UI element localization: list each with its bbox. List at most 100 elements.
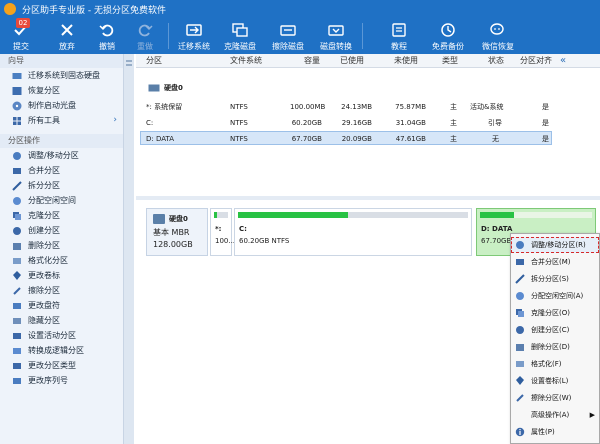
pending-count-badge: 02 xyxy=(16,18,30,28)
eraser-icon xyxy=(13,287,21,295)
allocate-icon xyxy=(13,197,21,205)
column-header-filesystem[interactable]: 文件系统 xyxy=(230,54,262,68)
migrate-icon xyxy=(186,24,202,36)
sidebar-item-merge[interactable]: 合并分区 xyxy=(0,163,123,178)
menu-item-advanced[interactable]: 高级操作(A) ▶ xyxy=(511,407,599,423)
wechat-recovery-label: 微信恢复 xyxy=(482,42,514,51)
double-chevron-left-icon[interactable]: « xyxy=(560,54,566,68)
sidebar-item-migrate-ssd[interactable]: 迁移系统到固态硬盘 xyxy=(0,68,123,83)
partition-status: 引导 xyxy=(488,119,502,127)
free-backup-button[interactable]: 免费备份 xyxy=(430,18,466,54)
clone-icon xyxy=(516,309,524,317)
serial-icon xyxy=(13,378,21,384)
sidebar-item-label: 创建分区 xyxy=(28,226,60,235)
free-backup-label: 免费备份 xyxy=(432,42,464,51)
splitter-grip xyxy=(126,60,132,62)
submenu-arrow-icon: ▶ xyxy=(589,411,595,419)
sidebar-item-change-type[interactable]: 更改分区类型 xyxy=(0,358,123,373)
sidebar-item-format-partition[interactable]: 格式化分区 xyxy=(0,253,123,268)
pane-splitter[interactable] xyxy=(124,54,134,444)
partition-filesystem: NTFS xyxy=(230,135,248,143)
sidebar-item-convert-logical[interactable]: 转换成逻辑分区 xyxy=(0,343,123,358)
sidebar-item-allocate-free[interactable]: 分配空闲空间 xyxy=(0,193,123,208)
wipe-disk-button[interactable]: 擦除磁盘 xyxy=(270,18,306,54)
create-icon xyxy=(13,227,21,235)
column-header-capacity[interactable]: 容量 xyxy=(304,54,320,68)
wechat-recovery-button[interactable]: 微信恢复 xyxy=(478,18,518,54)
sidebar-item-clone-partition[interactable]: 克隆分区 xyxy=(0,208,123,223)
sidebar-item-change-drive-letter[interactable]: 更改盘符 xyxy=(0,298,123,313)
partition-used: 29.16GB xyxy=(341,119,372,127)
tutorial-button[interactable]: 教程 xyxy=(384,18,414,54)
menu-item-clone[interactable]: 克隆分区(O) xyxy=(511,305,599,321)
disk-card[interactable]: 硬盘0 基本 MBR 128.00GB xyxy=(146,208,208,256)
partition-name: *: 系统保留 xyxy=(146,103,183,111)
column-header-used[interactable]: 已使用 xyxy=(340,54,364,68)
sidebar-item-all-tools[interactable]: 所有工具 › xyxy=(0,113,123,128)
sidebar-item-create-partition[interactable]: 创建分区 xyxy=(0,223,123,238)
convert-disk-icon xyxy=(328,25,344,36)
partition-type: 主 xyxy=(450,103,457,111)
sidebar-section-partition-ops-title: 分区操作 xyxy=(0,134,123,148)
sidebar-item-recover-partition[interactable]: 恢复分区 xyxy=(0,83,123,98)
split-icon xyxy=(12,181,22,191)
sidebar-item-boot-disc[interactable]: 制作启动光盘 xyxy=(0,98,123,113)
column-header-status[interactable]: 状态 xyxy=(488,54,504,68)
menu-item-properties[interactable]: 属性(P) xyxy=(511,424,599,440)
resize-icon xyxy=(13,152,21,160)
menu-item-wipe[interactable]: 擦除分区(W) xyxy=(511,390,599,406)
table-row[interactable]: *: 系统保留 NTFS 100.00MB 24.13MB 75.87MB 主 … xyxy=(140,100,552,114)
partition-block-c[interactable]: C: 60.20GB NTFS xyxy=(234,208,472,256)
clone-disk-label: 克隆磁盘 xyxy=(224,42,256,51)
sidebar-item-change-label[interactable]: 更改卷标 xyxy=(0,268,123,283)
sidebar-item-label: 克隆分区 xyxy=(28,211,60,220)
toolbar: 02 提交 放弃 撤销 重做 迁移系统 克隆磁盘 擦除磁盘 磁盘转换 教程 免费… xyxy=(0,18,600,54)
drive-letter-icon xyxy=(13,303,21,309)
partition-aligned: 是 xyxy=(542,103,549,111)
redo-button[interactable]: 重做 xyxy=(130,18,160,54)
column-header-unused[interactable]: 未使用 xyxy=(394,54,418,68)
sidebar-item-label: 恢复分区 xyxy=(28,86,60,95)
menu-item-split[interactable]: 拆分分区(S) xyxy=(511,271,599,287)
sidebar-item-resize-move[interactable]: 调整/移动分区 xyxy=(0,148,123,163)
clone-disk-button[interactable]: 克隆磁盘 xyxy=(222,18,258,54)
undo-button[interactable]: 撤销 xyxy=(92,18,122,54)
sidebar-item-wipe-partition[interactable]: 擦除分区 xyxy=(0,283,123,298)
menu-item-merge[interactable]: 合并分区(M) xyxy=(511,254,599,270)
sidebar-item-label: 更改分区类型 xyxy=(28,361,76,370)
active-icon xyxy=(13,333,21,339)
convert-disk-button[interactable]: 磁盘转换 xyxy=(318,18,354,54)
sidebar-item-delete-partition[interactable]: 删除分区 xyxy=(0,238,123,253)
discard-button[interactable]: 放弃 xyxy=(52,18,82,54)
menu-item-resize-move[interactable]: 调整/移动分区(R) xyxy=(511,237,599,253)
sidebar-item-label: 分配空闲空间 xyxy=(28,196,76,205)
disk-name: 硬盘0 xyxy=(164,84,183,92)
sidebar-item-label: 制作启动光盘 xyxy=(28,101,76,110)
menu-item-delete[interactable]: 删除分区(D) xyxy=(511,339,599,355)
sidebar-item-change-serial[interactable]: 更改序列号 xyxy=(0,373,123,388)
disk-row[interactable]: 硬盘0 xyxy=(140,81,552,95)
sidebar-item-hide-partition[interactable]: 隐藏分区 xyxy=(0,313,123,328)
table-row[interactable]: C: NTFS 60.20GB 29.16GB 31.04GB 主 引导 是 xyxy=(140,116,552,130)
commit-button[interactable]: 02 提交 xyxy=(6,18,36,54)
menu-item-format[interactable]: 格式化(F) xyxy=(511,356,599,372)
table-row-selected[interactable]: D: DATA NTFS 67.70GB 20.09GB 47.61GB 主 无… xyxy=(140,131,552,145)
partition-status: 无 xyxy=(492,135,499,143)
column-header-partition[interactable]: 分区 xyxy=(146,54,162,68)
partition-block-label: D: DATA xyxy=(481,225,513,233)
sidebar-item-set-active[interactable]: 设置活动分区 xyxy=(0,328,123,343)
partition-block-system[interactable]: *: 100... xyxy=(210,208,235,256)
disk-card-name: 硬盘0 xyxy=(169,215,188,223)
disk-icon xyxy=(148,84,160,92)
migrate-os-button[interactable]: 迁移系统 xyxy=(176,18,212,54)
partition-type: 主 xyxy=(450,119,457,127)
format-icon xyxy=(516,361,524,367)
column-header-alignment[interactable]: 分区对齐 xyxy=(520,54,552,68)
column-header-type[interactable]: 类型 xyxy=(442,54,458,68)
commit-label: 提交 xyxy=(13,42,29,51)
resize-icon xyxy=(516,241,524,249)
sidebar-item-split[interactable]: 拆分分区 xyxy=(0,178,123,193)
menu-item-create[interactable]: 创建分区(C) xyxy=(511,322,599,338)
menu-item-set-label[interactable]: 设置卷标(L) xyxy=(511,373,599,389)
menu-item-allocate-free[interactable]: 分配空闲空间(A) xyxy=(511,288,599,304)
